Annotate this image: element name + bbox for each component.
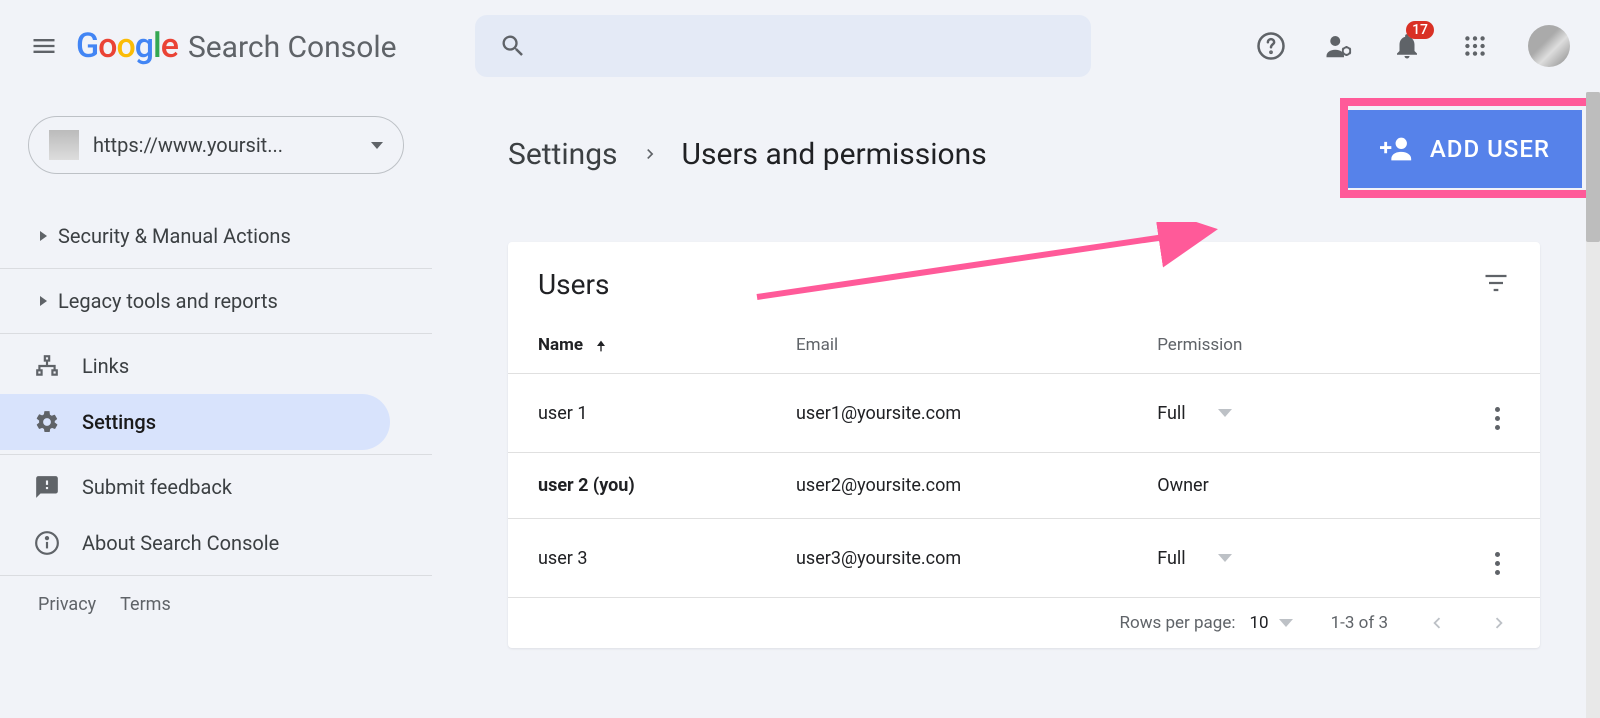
prev-page-icon[interactable] [1426, 612, 1448, 634]
search-input[interactable] [475, 15, 1091, 77]
product-name: Search Console [188, 30, 397, 65]
sidebar-item-legacy[interactable]: Legacy tools and reports [0, 273, 390, 329]
info-icon [34, 530, 60, 556]
table-row[interactable]: user 1user1@yoursite.comFull [508, 374, 1540, 453]
cell-name: user 2 (you) [508, 453, 766, 519]
add-user-label: ADD USER [1430, 135, 1550, 163]
terms-link[interactable]: Terms [120, 594, 171, 615]
property-label: https://www.yoursit... [93, 133, 357, 157]
chevron-down-icon [1218, 409, 1232, 417]
card-title: Users [538, 268, 609, 301]
cell-permission[interactable]: Full [1127, 374, 1437, 453]
rows-per-page-label: Rows per page: [1120, 613, 1236, 633]
chevron-right-icon [640, 144, 660, 164]
google-logo: Google [76, 26, 178, 66]
users-table: Name Email Permission user 1user1@yoursi… [508, 317, 1540, 598]
cell-email: user2@yoursite.com [766, 453, 1127, 519]
chevron-down-icon [1279, 619, 1293, 627]
main-content: Settings Users and permissions ADD USER … [432, 92, 1600, 718]
sidebar-item-settings[interactable]: Settings [0, 394, 390, 450]
add-user-button[interactable]: ADD USER [1348, 110, 1582, 188]
sidebar-item-about[interactable]: About Search Console [0, 515, 390, 571]
sidebar-item-label: Legacy tools and reports [58, 289, 278, 313]
cell-email: user3@yoursite.com [766, 519, 1127, 598]
breadcrumb-current: Users and permissions [682, 137, 987, 172]
notifications-icon[interactable]: 17 [1392, 31, 1422, 61]
user-settings-icon[interactable] [1324, 31, 1354, 61]
gear-icon [34, 409, 60, 435]
breadcrumb-parent[interactable]: Settings [508, 137, 618, 172]
row-menu-icon[interactable] [1495, 407, 1500, 430]
links-icon [34, 353, 60, 379]
product-logo[interactable]: Google Search Console [76, 26, 397, 66]
sidebar: https://www.yoursit... Security & Manual… [0, 92, 432, 718]
sidebar-item-feedback[interactable]: Submit feedback [0, 459, 390, 515]
table-row[interactable]: user 2 (you)user2@yoursite.comOwner [508, 453, 1540, 519]
pagination: Rows per page: 10 1-3 of 3 [508, 598, 1540, 648]
cell-name: user 1 [508, 374, 766, 453]
account-avatar[interactable] [1528, 25, 1570, 67]
sidebar-item-label: Settings [82, 410, 156, 434]
notification-badge: 17 [1406, 21, 1434, 39]
apps-icon[interactable] [1460, 31, 1490, 61]
row-menu-icon[interactable] [1495, 552, 1500, 575]
privacy-link[interactable]: Privacy [38, 594, 96, 615]
search-icon [499, 32, 527, 60]
app-header: Google Search Console 17 [0, 0, 1600, 92]
column-header-permission[interactable]: Permission [1127, 317, 1437, 374]
property-selector[interactable]: https://www.yoursit... [28, 116, 404, 174]
pagination-range: 1-3 of 3 [1331, 613, 1388, 633]
table-row[interactable]: user 3user3@yoursite.comFull [508, 519, 1540, 598]
column-header-email[interactable]: Email [766, 317, 1127, 374]
sidebar-item-security[interactable]: Security & Manual Actions [0, 208, 390, 264]
next-page-icon[interactable] [1488, 612, 1510, 634]
chevron-down-icon [1218, 554, 1232, 562]
sidebar-item-label: Submit feedback [82, 475, 232, 499]
help-icon[interactable] [1256, 31, 1286, 61]
cell-name: user 3 [508, 519, 766, 598]
sidebar-item-label: Security & Manual Actions [58, 224, 291, 248]
person-add-icon [1380, 132, 1414, 166]
filter-icon[interactable] [1482, 269, 1510, 301]
cell-email: user1@yoursite.com [766, 374, 1127, 453]
scrollbar[interactable] [1586, 92, 1600, 718]
sort-asc-icon [593, 338, 609, 354]
menu-icon[interactable] [30, 32, 58, 60]
sidebar-item-label: Links [82, 354, 129, 378]
chevron-down-icon [371, 142, 383, 149]
sidebar-item-label: About Search Console [82, 531, 279, 555]
sidebar-item-links[interactable]: Links [0, 338, 390, 394]
cell-permission[interactable]: Full [1127, 519, 1437, 598]
feedback-icon [34, 474, 60, 500]
users-card: Users Name Email Permission [508, 242, 1540, 648]
property-thumbnail [49, 130, 79, 160]
cell-permission: Owner [1127, 453, 1437, 519]
column-header-name[interactable]: Name [508, 317, 766, 374]
rows-per-page-selector[interactable]: 10 [1249, 613, 1292, 633]
